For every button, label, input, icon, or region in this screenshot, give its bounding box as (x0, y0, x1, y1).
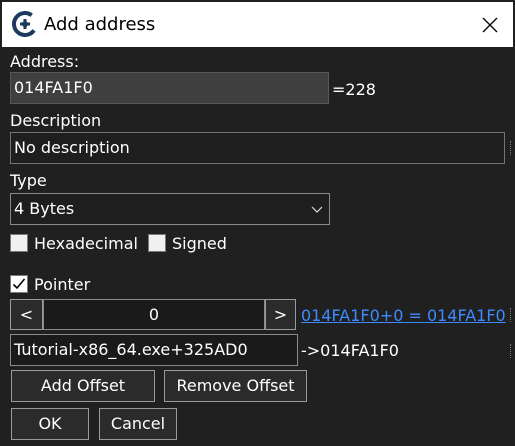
title-bar: Add address (2, 2, 513, 47)
description-label: Description (10, 111, 102, 130)
window-title: Add address (44, 14, 156, 35)
offset-result-link[interactable]: 014FA1F0+0 = 014FA1F0 (301, 306, 506, 326)
remove-offset-button[interactable]: Remove Offset (164, 370, 307, 402)
address-value-text: =228 (332, 80, 376, 99)
type-label: Type (10, 171, 47, 190)
resize-edge-marker (510, 344, 515, 358)
resize-edge-marker (510, 308, 515, 322)
address-input[interactable]: 014FA1F0 (10, 72, 329, 104)
signed-checkbox[interactable] (148, 234, 166, 252)
signed-label[interactable]: Signed (172, 234, 227, 254)
base-address-input[interactable]: Tutorial-x86_64.exe+325AD0 (10, 334, 298, 366)
ok-button[interactable]: OK (11, 408, 89, 440)
base-address-result: ->014FA1F0 (301, 341, 399, 360)
hexadecimal-checkbox[interactable] (10, 234, 28, 252)
pointer-label[interactable]: Pointer (34, 275, 90, 295)
add-address-dialog: Add address Address: 014FA1F0 =228 Descr… (0, 0, 515, 446)
type-select-value: 4 Bytes (14, 199, 75, 218)
hexadecimal-label[interactable]: Hexadecimal (34, 234, 138, 254)
chevron-down-icon (311, 206, 323, 213)
offset-next-button[interactable]: > (265, 299, 296, 330)
cheat-engine-icon (12, 11, 38, 37)
cancel-button[interactable]: Cancel (99, 408, 177, 440)
close-button[interactable] (467, 2, 513, 47)
description-input[interactable]: No description (10, 132, 505, 164)
checkmark-icon (12, 278, 26, 290)
offset-prev-button[interactable]: < (10, 299, 43, 330)
type-select[interactable]: 4 Bytes (10, 193, 330, 225)
add-offset-button[interactable]: Add Offset (11, 370, 155, 402)
resize-edge-marker (510, 141, 515, 155)
address-label: Address: (10, 52, 80, 71)
close-icon (482, 17, 498, 32)
pointer-checkbox[interactable] (10, 275, 28, 293)
offset-input[interactable]: 0 (43, 299, 265, 330)
